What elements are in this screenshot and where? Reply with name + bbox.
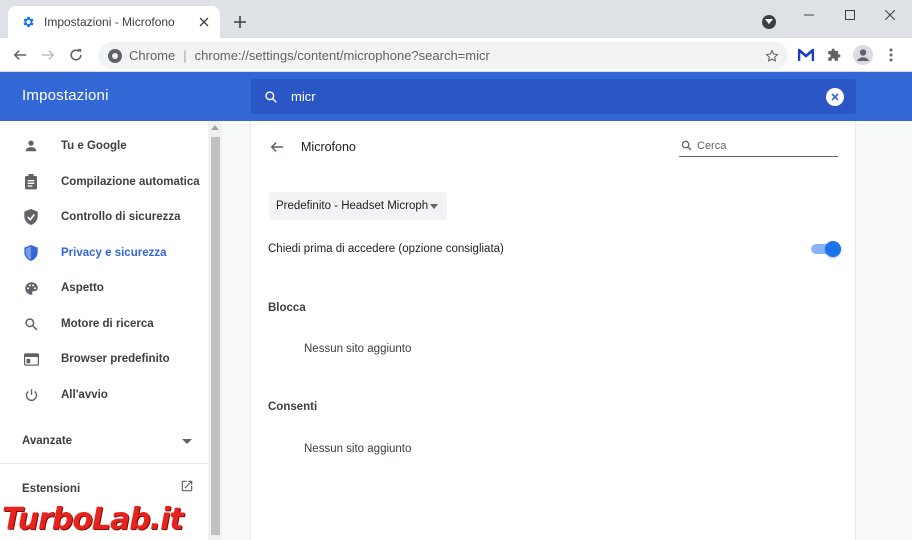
page-search-input[interactable] bbox=[697, 139, 827, 152]
shield-icon bbox=[22, 244, 40, 262]
extensions-puzzle-icon[interactable] bbox=[822, 43, 846, 67]
sidebar-item-label: Browser predefinito bbox=[61, 353, 170, 365]
allow-heading: Consenti bbox=[268, 401, 318, 413]
sidebar-item-label: Compilazione automatica bbox=[61, 176, 200, 188]
sidebar-item-estensioni[interactable]: Estensioni bbox=[22, 479, 194, 498]
tab-title: Impostazioni - Microfono bbox=[44, 15, 175, 29]
search-icon bbox=[679, 139, 693, 153]
back-arrow-icon[interactable] bbox=[267, 137, 287, 157]
sidebar-item-controllo-sicurezza[interactable]: Controllo di sicurezza bbox=[0, 202, 208, 232]
clear-search-icon[interactable] bbox=[826, 87, 844, 106]
close-window-icon[interactable] bbox=[870, 2, 910, 28]
sidebar-item-label: Aspetto bbox=[61, 282, 104, 294]
dropdown-caret-icon bbox=[430, 203, 438, 209]
sidebar-item-privacy-sicurezza[interactable]: Privacy e sicurezza bbox=[0, 238, 208, 268]
url-text[interactable]: chrome://settings/content/microphone?sea… bbox=[195, 48, 760, 63]
sidebar-item-motore-ricerca[interactable]: Motore di ricerca bbox=[0, 309, 208, 339]
block-heading: Blocca bbox=[268, 302, 306, 314]
browser-toolbar: Chrome | chrome://settings/content/micro… bbox=[0, 38, 912, 72]
back-arrow-icon[interactable] bbox=[8, 43, 32, 67]
sidebar-item-tu-e-google[interactable]: Tu e Google bbox=[0, 131, 208, 161]
sidebar-item-compilazione-automatica[interactable]: Compilazione automatica bbox=[0, 167, 208, 197]
settings-search-bar[interactable] bbox=[251, 79, 856, 114]
sidebar-item-browser-predefinito[interactable]: Browser predefinito bbox=[0, 344, 208, 374]
open-external-icon bbox=[180, 479, 194, 498]
close-tab-icon[interactable] bbox=[196, 14, 212, 30]
chevron-down-icon bbox=[182, 432, 192, 450]
sidebar-item-label: All'avvio bbox=[61, 389, 108, 401]
gear-icon bbox=[20, 14, 36, 30]
sidebar-advanced-label: Avanzate bbox=[22, 435, 73, 447]
settings-header: Impostazioni bbox=[0, 72, 912, 121]
profile-avatar-icon[interactable] bbox=[851, 43, 875, 67]
page-title: Microfono bbox=[301, 140, 356, 154]
microphone-device-select[interactable]: Predefinito - Headset Microphone bbox=[269, 192, 447, 220]
sidebar-item-aspetto[interactable]: Aspetto bbox=[0, 273, 208, 303]
chrome-icon bbox=[108, 48, 122, 63]
minimize-icon[interactable] bbox=[789, 2, 829, 28]
scroll-up-arrow-icon[interactable] bbox=[211, 125, 219, 130]
power-icon bbox=[22, 386, 40, 404]
search-icon bbox=[22, 315, 40, 333]
scrollbar-thumb[interactable] bbox=[211, 137, 220, 535]
star-icon[interactable] bbox=[760, 44, 784, 68]
sidebar-item-label: Tu e Google bbox=[61, 140, 127, 152]
browser-icon bbox=[22, 350, 40, 368]
settings-search-input[interactable] bbox=[291, 89, 826, 104]
sidebar-divider bbox=[0, 463, 208, 464]
sidebar-item-label: Privacy e sicurezza bbox=[61, 247, 167, 259]
palette-icon bbox=[22, 279, 40, 297]
watermark-text: TurboLab.it bbox=[2, 502, 184, 537]
tab-search-icon[interactable] bbox=[762, 15, 776, 29]
url-separator: | bbox=[183, 48, 187, 63]
sidebar-scrollbar[interactable] bbox=[208, 121, 222, 540]
sidebar-advanced-toggle[interactable]: Avanzate bbox=[22, 432, 192, 450]
new-tab-plus-icon[interactable] bbox=[230, 12, 250, 32]
forward-arrow-icon[interactable] bbox=[36, 43, 60, 67]
tab-strip: Impostazioni - Microfono bbox=[0, 0, 912, 38]
toggle-knob bbox=[825, 241, 841, 257]
microphone-settings-card: Microfono Predefinito - Headset Micropho… bbox=[250, 121, 856, 540]
sidebar-item-label: Controllo di sicurezza bbox=[61, 211, 181, 223]
reload-icon[interactable] bbox=[64, 43, 88, 67]
malwarebytes-extension-icon[interactable] bbox=[794, 43, 818, 67]
clipboard-icon bbox=[22, 173, 40, 191]
tab-settings[interactable]: Impostazioni - Microfono bbox=[8, 6, 220, 38]
allow-empty-note: Nessun sito aggiunto bbox=[304, 443, 412, 455]
person-icon bbox=[22, 137, 40, 155]
device-select-value: Predefinito - Headset Microphone bbox=[276, 200, 428, 212]
watermark-logo: TurboLab.it bbox=[0, 502, 260, 540]
ask-before-access-toggle[interactable] bbox=[809, 241, 841, 257]
maximize-icon[interactable] bbox=[830, 2, 870, 28]
page-search-field[interactable] bbox=[679, 135, 838, 157]
address-bar[interactable]: Chrome | chrome://settings/content/micro… bbox=[98, 42, 788, 69]
menu-kebab-icon[interactable] bbox=[879, 43, 903, 67]
sidebar-item-all-avvio[interactable]: All'avvio bbox=[0, 380, 208, 410]
ask-before-access-label: Chiedi prima di accedere (opzione consig… bbox=[268, 243, 504, 255]
block-empty-note: Nessun sito aggiunto bbox=[304, 343, 412, 355]
sidebar-item-label: Motore di ricerca bbox=[61, 318, 154, 330]
sidebar-extensions-label: Estensioni bbox=[22, 482, 81, 495]
settings-title: Impostazioni bbox=[22, 87, 109, 104]
settings-sidebar: Tu e Google Compilazione automatica Cont… bbox=[0, 121, 222, 540]
url-scheme-label: Chrome bbox=[129, 48, 176, 63]
shield-check-icon bbox=[22, 208, 40, 226]
search-icon bbox=[261, 87, 281, 107]
